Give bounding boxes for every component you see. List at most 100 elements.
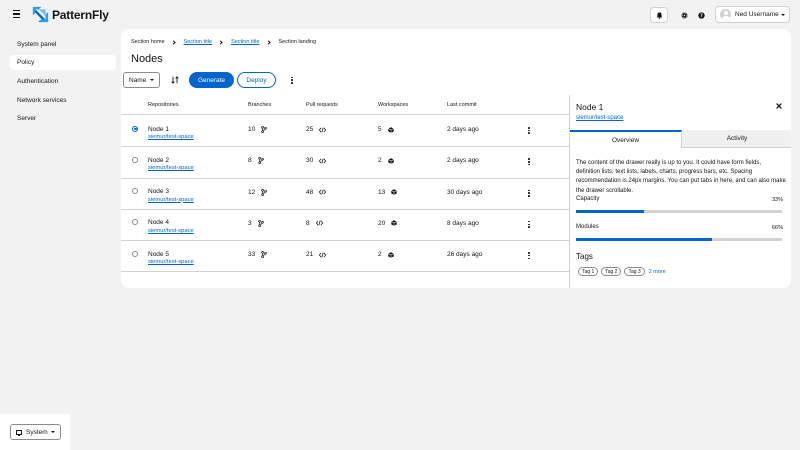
pull-requests-count: 25 — [306, 126, 314, 133]
tag-group: Tag 1 Tag 2 Tag 3 2 more — [578, 267, 666, 276]
progress-label: Capacity — [576, 196, 600, 202]
row-select-radio[interactable] — [132, 156, 138, 163]
user-menu-toggle[interactable]: Ned Username — [715, 6, 790, 23]
row-kebab-icon[interactable] — [528, 252, 530, 260]
close-icon[interactable] — [775, 102, 783, 110]
sidebar-item-server[interactable]: Server — [10, 111, 116, 126]
branches-cell: 3 — [248, 219, 264, 227]
settings-button[interactable] — [675, 7, 693, 23]
row-select-radio[interactable] — [132, 219, 138, 226]
workspaces-cell: 2 — [378, 157, 394, 164]
cube-icon — [387, 126, 394, 133]
last-commit: 26 days ago — [447, 251, 483, 259]
row-kebab-icon[interactable] — [528, 189, 530, 197]
workspaces-count: 5 — [378, 126, 382, 133]
table-row[interactable]: Node 1 siemur/test-space 10 25 5 2 days ago — [121, 116, 569, 148]
sidebar-item-network-services[interactable]: Network services — [10, 93, 116, 108]
tab-activity[interactable]: Activity — [682, 130, 791, 148]
repo-link[interactable]: siemur/test-space — [148, 165, 194, 171]
column-header[interactable]: Repositories — [148, 102, 179, 108]
progress-fill — [576, 210, 644, 213]
workspaces-cell: 2 — [378, 251, 394, 258]
pull-requests-cell: 25 — [306, 126, 327, 133]
sidebar-item-label: Network services — [17, 97, 67, 104]
drawer-description: The content of the drawer really is up t… — [576, 160, 786, 194]
code-branch-icon — [257, 157, 264, 165]
notifications-button[interactable] — [650, 7, 668, 23]
drawer-tabs: Overview Activity — [570, 130, 791, 148]
branches-cell: 8 — [248, 157, 264, 164]
tab-overview[interactable]: Overview — [570, 130, 682, 148]
main-content-card: Section home Section title Section title… — [121, 29, 791, 288]
row-kebab-icon[interactable] — [528, 127, 530, 134]
code-branch-icon — [261, 251, 268, 259]
system-menu-label: System — [26, 428, 48, 436]
hamburger-menu-icon[interactable] — [13, 10, 21, 18]
workspaces-count: 13 — [378, 188, 386, 196]
sidebar: System panel Policy Authentication Netwo… — [0, 29, 120, 414]
repo-link[interactable]: siemur/test-space — [148, 197, 194, 203]
row-select-radio[interactable] — [132, 250, 138, 257]
row-select-radio[interactable] — [132, 125, 138, 132]
table-row[interactable]: Node 4 siemur/test-space 3 8 20 8 days ago — [121, 210, 569, 242]
caret-down-icon — [51, 431, 55, 433]
pull-requests-cell: 8 — [306, 220, 323, 227]
breadcrumb-link[interactable]: Section title — [184, 39, 212, 45]
table-row[interactable]: Node 3 siemur/test-space 12 48 13 30 days ago — [121, 179, 569, 210]
column-header[interactable]: Workspaces — [378, 102, 408, 108]
column-header[interactable]: Branches — [248, 102, 271, 108]
bell-icon — [656, 11, 662, 19]
pull-requests-count: 30 — [306, 157, 314, 165]
table-row[interactable]: Node 2 siemur/test-space 8 30 2 2 days ago — [121, 147, 569, 179]
sidebar-item-authentication[interactable]: Authentication — [10, 74, 116, 89]
branches-count: 10 — [248, 126, 256, 133]
branches-cell: 12 — [248, 188, 268, 196]
brand-logo[interactable]: PatternFly — [32, 6, 109, 23]
cube-icon — [391, 220, 398, 227]
deploy-button[interactable]: Deploy — [237, 72, 276, 88]
sidebar-item-policy[interactable]: Policy — [10, 55, 116, 70]
patternfly-logo-icon — [32, 6, 49, 23]
system-menu-toggle[interactable]: System — [10, 424, 61, 440]
branches-cell: 10 — [248, 126, 268, 133]
workspaces-cell: 13 — [378, 188, 398, 196]
column-header[interactable]: Pull requests — [306, 102, 338, 108]
table-row[interactable]: Node 5 siemur/test-space 33 21 2 26 days ago — [121, 241, 569, 273]
breadcrumb-item: Section home — [131, 39, 165, 45]
caret-down-icon — [781, 13, 785, 16]
code-branch-icon — [261, 126, 268, 133]
generate-button[interactable]: Generate — [189, 72, 234, 88]
row-kebab-icon[interactable] — [528, 158, 530, 166]
row-kebab-icon[interactable] — [528, 220, 530, 228]
modules-progress-bar — [576, 238, 782, 241]
column-header[interactable]: Last commit — [447, 102, 477, 108]
node-name: Node 2 — [148, 156, 169, 164]
code-branch-icon — [257, 219, 264, 227]
repo-link[interactable]: siemur/test-space — [148, 134, 194, 140]
branches-count: 33 — [248, 251, 256, 259]
sort-icon[interactable] — [171, 76, 179, 84]
capacity-progress-bar — [576, 210, 782, 213]
chevron-right-icon — [218, 39, 223, 45]
drawer-repo-link[interactable]: siemur/test-space — [576, 115, 623, 121]
sidebar-item-label: Authentication — [17, 78, 59, 85]
progress-fill — [576, 238, 712, 241]
toolbar-kebab-icon[interactable] — [291, 76, 293, 84]
sidebar-item-system-panel[interactable]: System panel — [10, 37, 116, 52]
workspaces-count: 20 — [378, 219, 386, 227]
workspaces-cell: 5 — [378, 126, 394, 133]
last-commit: 8 days ago — [447, 219, 479, 227]
cube-icon — [391, 189, 398, 195]
breadcrumb: Section home Section title Section title… — [131, 39, 316, 45]
repo-link[interactable]: siemur/test-space — [148, 228, 194, 234]
node-name: Node 3 — [148, 188, 169, 196]
chevron-right-icon — [171, 39, 176, 45]
node-name: Node 4 — [148, 219, 169, 227]
repo-link[interactable]: siemur/test-space — [148, 259, 194, 265]
help-button[interactable]: ? — [692, 7, 710, 23]
avatar — [720, 9, 731, 20]
more-tags-link[interactable]: 2 more — [649, 269, 666, 275]
row-select-radio[interactable] — [132, 188, 138, 195]
breadcrumb-link[interactable]: Section title — [231, 39, 259, 45]
name-filter-select[interactable]: Name — [123, 72, 160, 88]
